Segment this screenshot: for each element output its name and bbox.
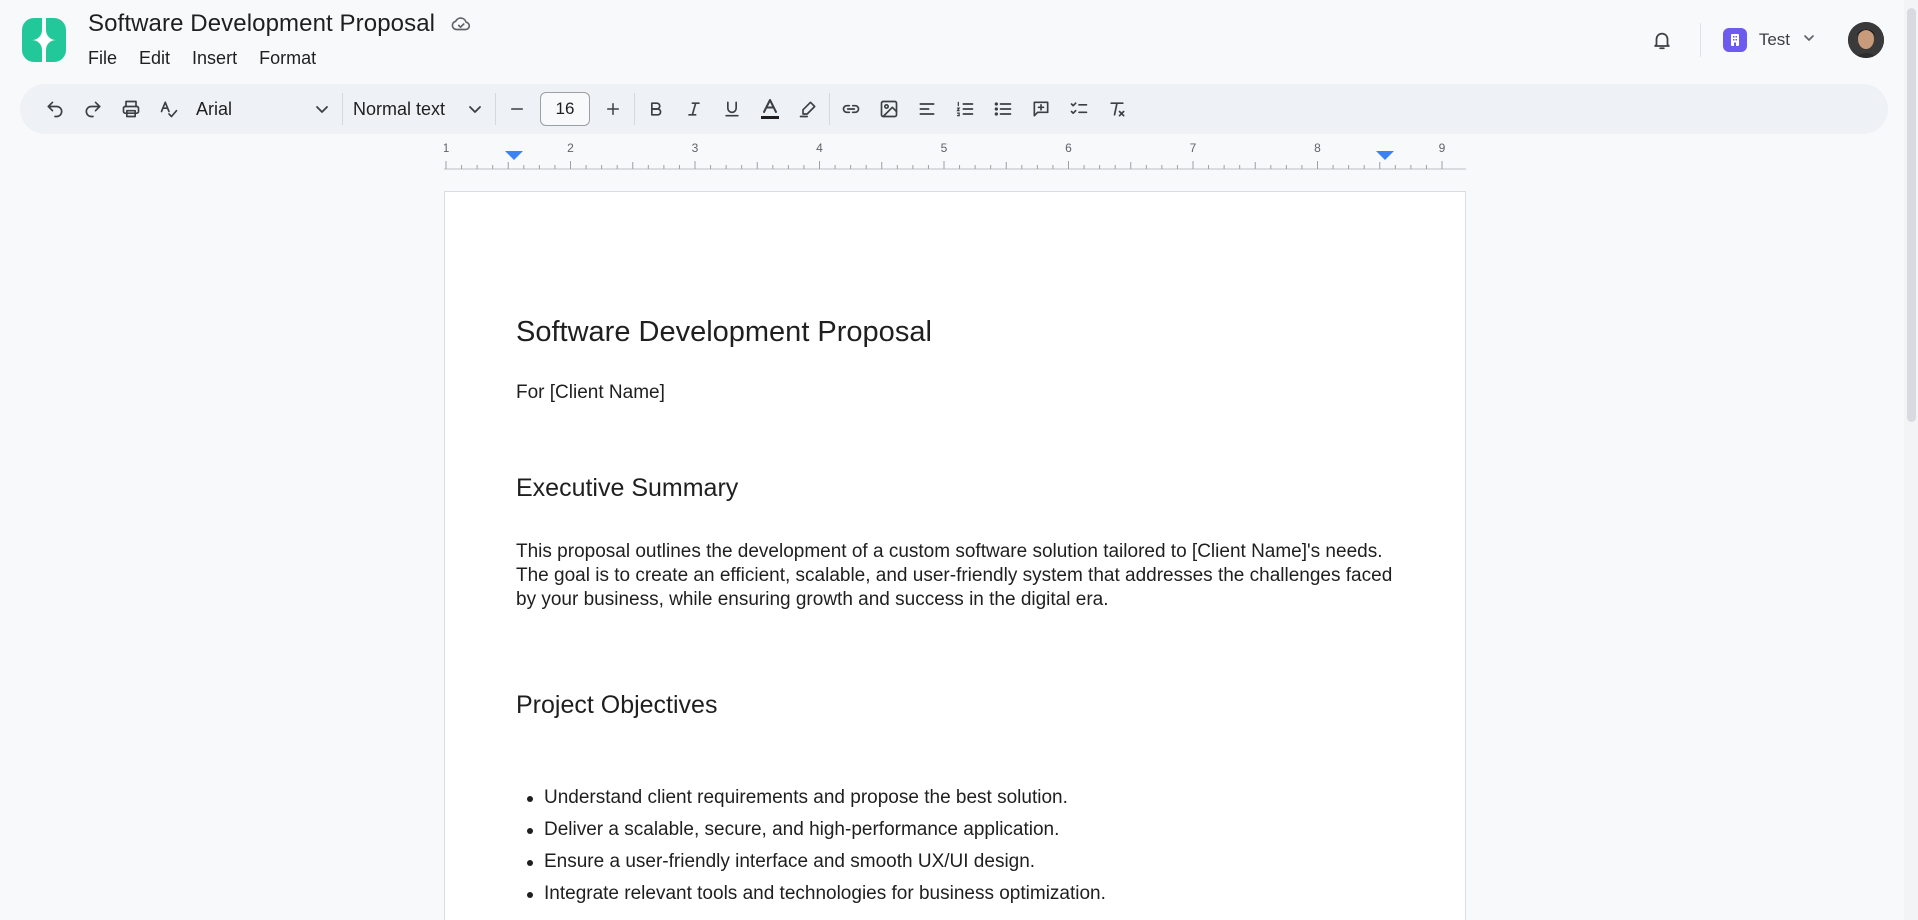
document-page[interactable]: Software Development Proposal For [Clien…	[444, 191, 1466, 920]
workspace-building-icon	[1722, 28, 1747, 52]
paragraph-style-select[interactable]: Normal text	[345, 90, 493, 128]
cloud-saved-icon	[449, 12, 473, 36]
section-heading-project-objectives[interactable]: Project Objectives	[516, 689, 1396, 721]
font-size-input[interactable]: 16	[540, 92, 590, 126]
ruler-label: 8	[1314, 141, 1321, 155]
ruler-label: 1	[444, 141, 450, 155]
right-indent-marker[interactable]	[1376, 151, 1394, 160]
header-actions: Test	[1642, 20, 1884, 60]
ruler-label: 9	[1439, 141, 1446, 155]
list-item[interactable]: Understand client requirements and propo…	[516, 782, 1396, 814]
list-item[interactable]: Integrate relevant tools and technologie…	[516, 878, 1396, 910]
text-color-icon[interactable]	[751, 90, 789, 128]
ruler-label: 5	[941, 141, 948, 155]
app-logo[interactable]	[20, 16, 68, 64]
header-divider	[1699, 23, 1701, 57]
increase-font-size-icon[interactable]	[594, 90, 632, 128]
link-icon[interactable]	[832, 90, 870, 128]
redo-icon[interactable]	[74, 90, 112, 128]
docs-editor-app: Software Development Proposal File Edit …	[0, 0, 1918, 920]
notifications-bell-icon[interactable]	[1642, 20, 1682, 60]
align-left-icon[interactable]	[908, 90, 946, 128]
highlight-icon[interactable]	[789, 90, 827, 128]
chevron-down-icon	[469, 106, 481, 113]
ruler-label: 3	[692, 141, 699, 155]
ruler-label: 6	[1065, 141, 1072, 155]
workspace-name: Test	[1758, 30, 1790, 49]
user-avatar[interactable]	[1848, 22, 1884, 58]
ruler-label: 7	[1190, 141, 1197, 155]
add-comment-icon[interactable]	[1022, 90, 1060, 128]
print-icon[interactable]	[112, 90, 150, 128]
menu-file[interactable]: File	[88, 48, 117, 69]
bulleted-list-icon[interactable]	[984, 90, 1022, 128]
bold-icon[interactable]	[637, 90, 675, 128]
workspace-switcher[interactable]: Test	[1722, 28, 1816, 52]
chevron-down-icon	[316, 106, 328, 113]
menu-bar: File Edit Insert Format	[88, 48, 316, 69]
paragraph-style-value: Normal text	[353, 98, 446, 119]
insert-image-icon[interactable]	[870, 90, 908, 128]
chevron-down-icon	[1802, 31, 1816, 50]
document-body[interactable]: Software Development Proposal For [Clien…	[516, 314, 1396, 910]
menu-insert[interactable]: Insert	[192, 48, 237, 69]
clear-formatting-icon[interactable]	[1098, 90, 1136, 128]
numbered-list-icon[interactable]	[946, 90, 984, 128]
section-heading-executive-summary[interactable]: Executive Summary	[516, 472, 1396, 504]
document-title-row: Software Development Proposal	[88, 10, 473, 38]
font-family-value: Arial	[196, 98, 233, 119]
undo-icon[interactable]	[36, 90, 74, 128]
ruler-label: 2	[567, 141, 574, 155]
spellcheck-icon[interactable]	[150, 90, 188, 128]
decrease-font-size-icon[interactable]	[498, 90, 536, 128]
underline-icon[interactable]	[713, 90, 751, 128]
italic-icon[interactable]	[675, 90, 713, 128]
document-heading[interactable]: Software Development Proposal	[516, 314, 1396, 350]
menu-format[interactable]: Format	[259, 48, 316, 69]
document-title[interactable]: Software Development Proposal	[88, 10, 435, 38]
list-item[interactable]: Ensure a user-friendly interface and smo…	[516, 846, 1396, 878]
page-scrollbar[interactable]	[1904, 0, 1918, 920]
objectives-list: Understand client requirements and propo…	[516, 782, 1396, 910]
scrollbar-thumb[interactable]	[1907, 8, 1916, 422]
toolbar-divider	[495, 93, 496, 125]
checklist-icon[interactable]	[1060, 90, 1098, 128]
horizontal-ruler[interactable]: 1 2 3 4 5 6 7 8 9	[443, 140, 1466, 172]
formatting-toolbar: Arial Normal text 16	[20, 84, 1888, 134]
list-item[interactable]: Deliver a scalable, secure, and high-per…	[516, 814, 1396, 846]
document-subtitle[interactable]: For [Client Name]	[516, 381, 1396, 405]
toolbar-divider	[342, 93, 343, 125]
menu-edit[interactable]: Edit	[139, 48, 170, 69]
left-indent-marker[interactable]	[505, 151, 523, 160]
executive-summary-paragraph[interactable]: This proposal outlines the development o…	[516, 540, 1396, 612]
font-family-select[interactable]: Arial	[188, 90, 340, 128]
toolbar-divider	[634, 93, 635, 125]
toolbar-divider	[829, 93, 830, 125]
ruler-label: 4	[816, 141, 823, 155]
